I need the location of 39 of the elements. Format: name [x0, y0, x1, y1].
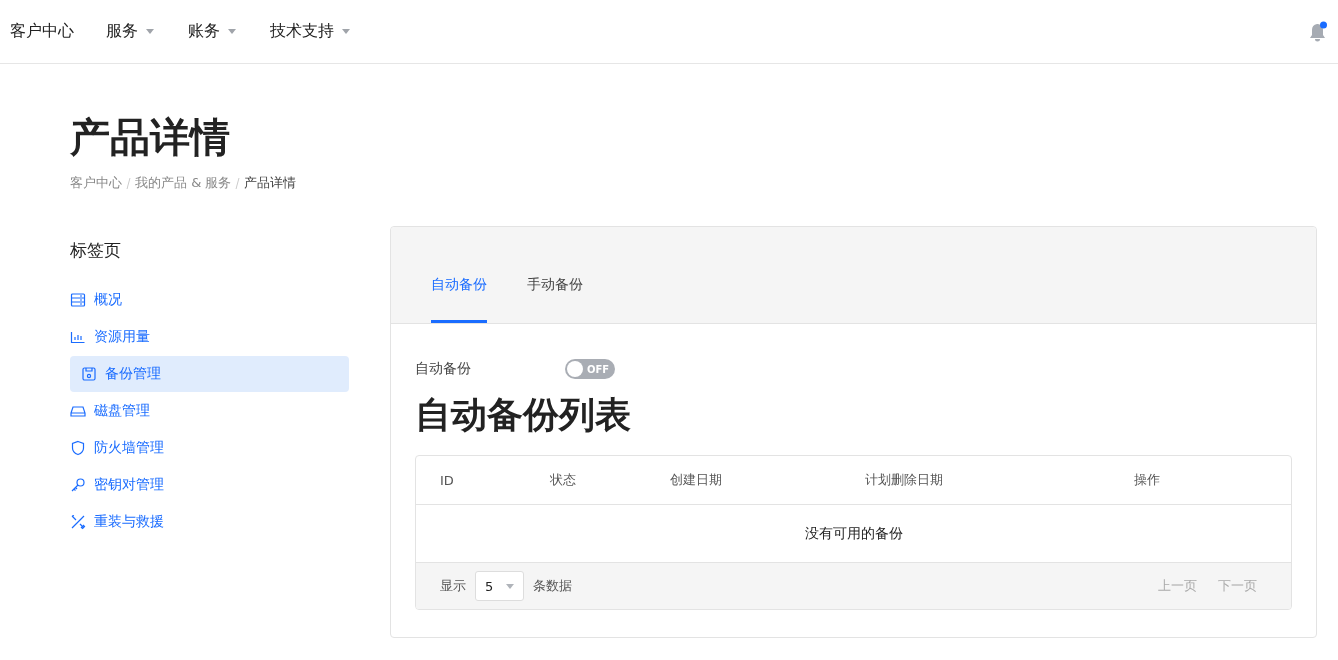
- tab[interactable]: 手动备份: [527, 276, 583, 323]
- sidebar-item[interactable]: 密钥对管理: [70, 467, 349, 503]
- nav-menu[interactable]: 技术支持: [270, 21, 350, 42]
- breadcrumb-link[interactable]: 客户中心: [70, 174, 122, 192]
- nav-menu[interactable]: 服务: [106, 21, 154, 42]
- server-icon: [70, 292, 86, 308]
- brand-link[interactable]: 客户中心: [10, 21, 74, 42]
- page-size-label: 显示: [440, 577, 466, 595]
- caret-icon: [342, 29, 350, 34]
- sidebar-item[interactable]: 重装与救援: [70, 504, 349, 540]
- column-header: ID: [440, 472, 455, 488]
- nav-menu[interactable]: 账务: [188, 21, 236, 42]
- column-header: 操作: [1134, 471, 1160, 489]
- caret-icon: [506, 583, 514, 589]
- bar-chart-icon: [70, 329, 86, 345]
- caret-icon: [146, 29, 154, 34]
- page-size-select[interactable]: 5: [475, 571, 524, 601]
- sidebar-item[interactable]: 备份管理: [70, 356, 349, 392]
- column-header: 状态: [550, 471, 577, 489]
- sidebar-item[interactable]: 资源用量: [70, 319, 349, 355]
- page-title: 产品详情: [70, 113, 231, 162]
- notification-bell-icon[interactable]: [1308, 20, 1328, 43]
- breadcrumb-current: 产品详情: [244, 174, 297, 192]
- sidebar-item[interactable]: 磁盘管理: [70, 393, 349, 429]
- column-header: 计划删除日期: [865, 471, 944, 489]
- toggle-label: 自动备份: [415, 360, 472, 378]
- column-header: 创建日期: [670, 471, 723, 489]
- section-heading: 自动备份列表: [415, 393, 632, 437]
- page-size-suffix: 条数据: [533, 577, 572, 595]
- tab[interactable]: 自动备份: [431, 276, 487, 323]
- caret-icon: [228, 29, 236, 34]
- sidebar-item[interactable]: 概况: [70, 282, 349, 318]
- shield-icon: [70, 440, 86, 456]
- sidebar-title: 标签页: [70, 240, 122, 260]
- hard-drive-icon: [70, 403, 86, 419]
- empty-message: 没有可用的备份: [804, 524, 903, 543]
- sidebar-item[interactable]: 防火墙管理: [70, 430, 349, 466]
- key-icon: [70, 477, 86, 493]
- breadcrumb-link[interactable]: 我的产品 & 服务: [135, 174, 232, 192]
